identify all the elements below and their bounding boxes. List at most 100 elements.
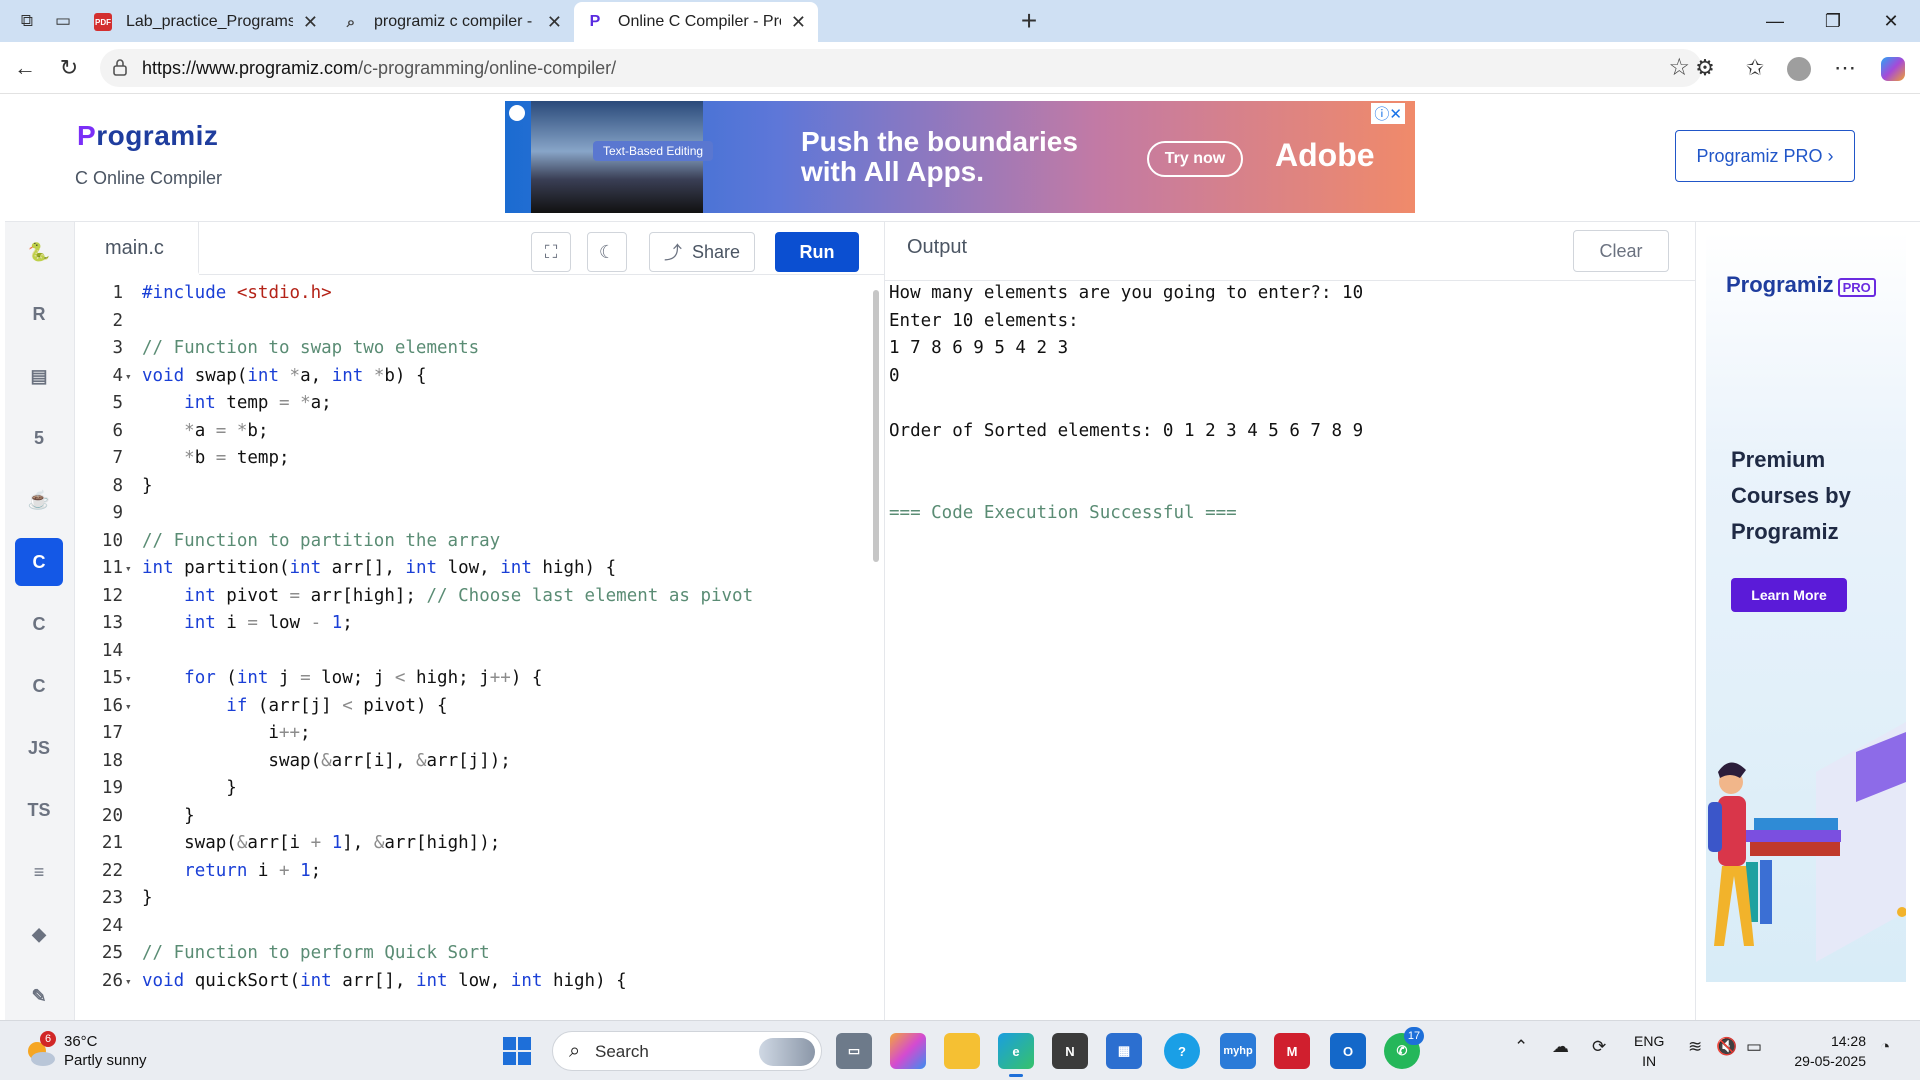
code-line[interactable]: 1 #include <stdio.h> [75, 280, 875, 308]
mcafee-icon[interactable]: M [1274, 1033, 1310, 1069]
code-line[interactable]: 23} [75, 885, 875, 913]
fold-arrow-icon[interactable]: ▾ [125, 693, 132, 721]
ad-try-now-button[interactable]: Try now [1147, 141, 1243, 177]
cpp-icon[interactable]: C [15, 600, 63, 648]
close-window-button[interactable]: ✕ [1868, 4, 1914, 38]
tab-actions-icon[interactable]: ▭ [50, 8, 76, 34]
clear-button[interactable]: Clear [1573, 230, 1669, 272]
tab-search[interactable]: ⌕ programiz c compiler - Search ✕ [330, 2, 574, 42]
edge-browser-icon[interactable]: e [998, 1033, 1034, 1077]
myhp-icon[interactable]: myhp [1220, 1033, 1256, 1069]
profile-avatar[interactable] [1782, 51, 1816, 85]
close-tab-icon[interactable]: ✕ [547, 12, 562, 33]
code-line[interactable]: 2 [75, 308, 875, 336]
sql-icon[interactable]: ▤ [15, 352, 63, 400]
get-help-icon[interactable]: ? [1164, 1033, 1200, 1069]
learn-more-button[interactable]: Learn More [1731, 578, 1847, 612]
notifications-icon[interactable]: ◔ [1880, 1037, 1890, 1057]
fold-arrow-icon[interactable]: ▾ [125, 363, 132, 391]
code-line[interactable]: 8} [75, 473, 875, 501]
programiz-pro-promo[interactable]: Programiz PRO Premium Courses by Programi… [1706, 232, 1906, 982]
fullscreen-icon[interactable]: ⛶ [531, 232, 571, 272]
output-console[interactable]: How many elements are you going to enter… [889, 280, 1689, 528]
code-line[interactable]: 6 *a = *b; [75, 418, 875, 446]
javascript-icon[interactable]: JS [15, 724, 63, 772]
tab-pdf[interactable]: PDF Lab_practice_Programs[1].pdf ✕ [82, 2, 330, 42]
run-button[interactable]: Run [775, 232, 859, 272]
code-line[interactable]: 9 [75, 500, 875, 528]
back-icon[interactable]: ← [8, 51, 42, 85]
maximize-button[interactable]: ❐ [1810, 4, 1856, 38]
workspaces-icon[interactable]: ⧉ [14, 8, 40, 34]
dark-mode-icon[interactable]: ☾ [587, 232, 627, 272]
wifi-icon[interactable]: ≋ [1688, 1037, 1702, 1057]
c-language-icon[interactable]: C [15, 538, 63, 586]
code-line[interactable]: 10 // Function to partition the array [75, 528, 875, 556]
copilot-app-icon[interactable] [890, 1033, 926, 1069]
programiz-pro-button[interactable]: Programiz PRO › [1675, 130, 1855, 182]
code-line[interactable]: 26 ▾ void quickSort(int arr[], int low, in… [75, 968, 875, 996]
language-indicator[interactable]: ENG IN [1634, 1031, 1664, 1071]
microsoft-store-icon[interactable]: ▦ [1106, 1033, 1142, 1069]
code-line[interactable]: 12 int pivot = arr[high]; // Choose last… [75, 583, 875, 611]
python-icon[interactable]: 🐍 [15, 228, 63, 276]
code-line[interactable]: 11 ▾ int partition(int arr[], int low, int… [75, 555, 875, 583]
refresh-icon[interactable]: ↻ [52, 51, 86, 85]
favorite-star-icon[interactable]: ☆ [1668, 53, 1690, 82]
system-clock[interactable]: 14:28 29-05-2025 [1786, 1031, 1866, 1071]
task-view-icon[interactable]: ▭ [836, 1033, 872, 1069]
outlook-icon[interactable]: O [1330, 1033, 1366, 1069]
code-line[interactable]: 15 ▾ for (int j = low; j < high; j++) { [75, 665, 875, 693]
code-line[interactable]: 18 swap(&arr[i], &arr[j]); [75, 748, 875, 776]
lock-icon[interactable] [112, 58, 128, 76]
close-tab-icon[interactable]: ✕ [791, 12, 806, 33]
code-line[interactable]: 3 // Function to swap two elements [75, 335, 875, 363]
weather-widget[interactable]: 6 36°C Partly sunny [24, 1029, 184, 1073]
r-language-icon[interactable]: R [15, 290, 63, 338]
code-line[interactable]: 25 // Function to perform Quick Sort [75, 940, 875, 968]
rust-icon[interactable]: ✎ [15, 972, 63, 1020]
close-tab-icon[interactable]: ✕ [303, 12, 318, 33]
code-line[interactable]: 19 } [75, 775, 875, 803]
code-line[interactable]: 22 return i + 1; [75, 858, 875, 886]
fold-arrow-icon[interactable]: ▾ [125, 665, 132, 693]
ad-close-icon[interactable]: ⓘ✕ [1371, 103, 1405, 124]
code-area[interactable]: 1 #include <stdio.h> 2 3// Function to swap… [75, 280, 875, 995]
programiz-logo[interactable]: Programiz [77, 120, 218, 152]
file-explorer-icon[interactable] [944, 1033, 980, 1069]
code-line[interactable]: 13 int i = low - 1; [75, 610, 875, 638]
new-tab-button[interactable]: + [1012, 4, 1046, 38]
java-icon[interactable]: ☕ [15, 476, 63, 524]
code-line[interactable]: 7 *b = temp; [75, 445, 875, 473]
fold-arrow-icon[interactable]: ▾ [125, 968, 132, 996]
code-line[interactable]: 24 [75, 913, 875, 941]
go-icon[interactable]: ◆ [15, 910, 63, 958]
favorites-icon[interactable]: ✩ [1738, 51, 1772, 85]
code-line[interactable]: 5 int temp = *a; [75, 390, 875, 418]
code-line[interactable]: 4 ▾ void swap(int *a, int *b) { [75, 363, 875, 391]
volume-icon[interactable]: 🔇 [1716, 1037, 1737, 1057]
code-line[interactable]: 21 swap(&arr[i + 1], &arr[high]); [75, 830, 875, 858]
tab-programiz[interactable]: P Online C Compiler - Programiz ✕ [574, 2, 818, 42]
file-tab-main-c[interactable]: main.c [75, 222, 199, 274]
csharp-icon[interactable]: C [15, 662, 63, 710]
address-bar[interactable]: https://www.programiz.com/c-programming/… [100, 49, 1702, 87]
code-line[interactable]: 16 ▾ if (arr[j] < pivot) { [75, 693, 875, 721]
share-button[interactable]: ⤴ Share [649, 232, 755, 272]
fold-arrow-icon[interactable]: ▾ [125, 555, 132, 583]
start-button[interactable] [503, 1037, 531, 1065]
typescript-icon[interactable]: TS [15, 786, 63, 834]
editor-scrollbar-thumb[interactable] [873, 290, 879, 562]
onedrive-icon[interactable]: ☁ [1552, 1037, 1569, 1057]
url-text[interactable]: https://www.programiz.com/c-programming/… [142, 58, 616, 79]
copilot-icon[interactable] [1876, 51, 1910, 85]
battery-icon[interactable]: ▭ [1746, 1037, 1762, 1057]
taskbar-search[interactable]: ⌕ Search [552, 1031, 822, 1071]
code-line[interactable]: 14 [75, 638, 875, 666]
code-line[interactable]: 20 } [75, 803, 875, 831]
notion-icon[interactable]: N [1052, 1033, 1088, 1069]
html-icon[interactable]: 5 [15, 414, 63, 462]
more-options-icon[interactable]: ⋯ [1828, 51, 1862, 85]
minimize-button[interactable]: — [1752, 4, 1798, 38]
extensions-icon[interactable]: ⚙ [1688, 51, 1722, 85]
